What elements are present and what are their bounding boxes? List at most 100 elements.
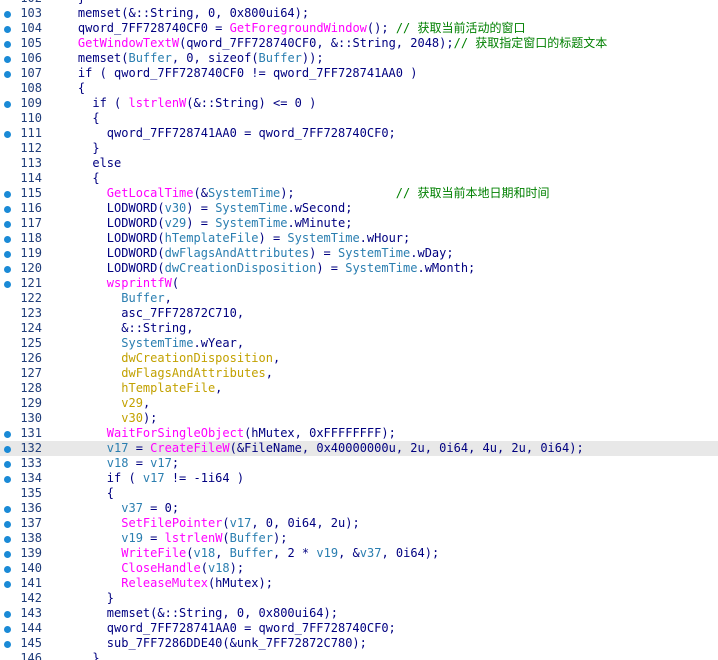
variable-name[interactable]: v17 xyxy=(107,441,129,455)
breakpoint-dot-icon[interactable] xyxy=(4,551,11,558)
code-line[interactable]: 127 dwFlagsAndAttributes, xyxy=(0,366,718,381)
argument-name[interactable]: v29 xyxy=(121,396,143,410)
code-line[interactable]: 143 memset(&::String, 0, 0x800ui64); xyxy=(0,606,718,621)
argument-name[interactable]: hTemplateFile xyxy=(121,381,215,395)
code-line[interactable]: 114 { xyxy=(0,171,718,186)
breakpoint-dot-icon[interactable] xyxy=(4,131,11,138)
code-line[interactable]: 104 qword_7FF728740CF0 = GetForegroundWi… xyxy=(0,21,718,36)
code-line[interactable]: 110 { xyxy=(0,111,718,126)
variable-name[interactable]: dwFlagsAndAttributes xyxy=(165,246,310,260)
variable-name[interactable]: Buffer xyxy=(259,51,302,65)
variable-name[interactable]: v19 xyxy=(316,546,338,560)
code-line[interactable]: 133 v18 = v17; xyxy=(0,456,718,471)
breakpoint-dot-icon[interactable] xyxy=(4,566,11,573)
code-line[interactable]: 131 WaitForSingleObject(hMutex, 0xFFFFFF… xyxy=(0,426,718,441)
breakpoint-dot-icon[interactable] xyxy=(4,236,11,243)
argument-name[interactable]: dwFlagsAndAttributes xyxy=(121,366,266,380)
variable-name[interactable]: Buffer xyxy=(128,51,171,65)
function-name[interactable]: GetWindowTextW xyxy=(78,36,179,50)
breakpoint-dot-icon[interactable] xyxy=(4,521,11,528)
breakpoint-dot-icon[interactable] xyxy=(4,461,11,468)
breakpoint-dot-icon[interactable] xyxy=(4,431,11,438)
code-line[interactable]: 111 qword_7FF728741AA0 = qword_7FF728740… xyxy=(0,126,718,141)
function-name[interactable]: CloseHandle xyxy=(121,561,200,575)
code-line[interactable]: 128 hTemplateFile, xyxy=(0,381,718,396)
code-line[interactable]: 126 dwCreationDisposition, xyxy=(0,351,718,366)
variable-name[interactable]: v17 xyxy=(230,516,252,530)
breakpoint-dot-icon[interactable] xyxy=(4,641,11,648)
variable-name[interactable]: Buffer xyxy=(230,546,273,560)
code-line[interactable]: 105 GetWindowTextW(qword_7FF728740CF0, &… xyxy=(0,36,718,51)
function-name[interactable]: lstrlenW xyxy=(128,96,186,110)
breakpoint-dot-icon[interactable] xyxy=(4,41,11,48)
code-line[interactable]: 140 CloseHandle(v18); xyxy=(0,561,718,576)
variable-name[interactable]: v37 xyxy=(360,546,382,560)
breakpoint-dot-icon[interactable] xyxy=(4,71,11,78)
code-line[interactable]: 119 LODWORD(dwFlagsAndAttributes) = Syst… xyxy=(0,246,718,261)
code-line[interactable]: 103 memset(&::String, 0, 0x800ui64); xyxy=(0,6,718,21)
variable-name[interactable]: SystemTime xyxy=(345,261,417,275)
variable-name[interactable]: v17 xyxy=(150,456,172,470)
code-line[interactable]: 129 v29, xyxy=(0,396,718,411)
argument-name[interactable]: v30 xyxy=(121,411,143,425)
variable-name[interactable]: v17 xyxy=(143,471,165,485)
variable-name[interactable]: SystemTime xyxy=(121,336,193,350)
pseudocode-view[interactable]: 102 }103 memset(&::String, 0, 0x800ui64)… xyxy=(0,0,718,660)
function-name[interactable]: GetForegroundWindow xyxy=(230,21,367,35)
code-line[interactable]: 109 if ( lstrlenW(&::String) <= 0 ) xyxy=(0,96,718,111)
breakpoint-dot-icon[interactable] xyxy=(4,191,11,198)
code-line[interactable]: 125 SystemTime.wYear, xyxy=(0,336,718,351)
function-name[interactable]: WriteFile xyxy=(121,546,186,560)
code-line[interactable]: 117 LODWORD(v29) = SystemTime.wMinute; xyxy=(0,216,718,231)
variable-name[interactable]: v18 xyxy=(194,546,216,560)
code-line[interactable]: 124 &::String, xyxy=(0,321,718,336)
breakpoint-dot-icon[interactable] xyxy=(4,221,11,228)
code-line[interactable]: 138 v19 = lstrlenW(Buffer); xyxy=(0,531,718,546)
variable-name[interactable]: Buffer xyxy=(121,291,164,305)
breakpoint-dot-icon[interactable] xyxy=(4,11,11,18)
variable-name[interactable]: SystemTime xyxy=(215,216,287,230)
variable-name[interactable]: dwCreationDisposition xyxy=(165,261,317,275)
code-line[interactable]: 137 SetFilePointer(v17, 0, 0i64, 2u); xyxy=(0,516,718,531)
function-name[interactable]: wsprintfW xyxy=(107,276,172,290)
code-line-highlighted[interactable]: 132 v17 = CreateFileW(&FileName, 0x40000… xyxy=(0,441,718,456)
code-line[interactable]: 136 v37 = 0; xyxy=(0,501,718,516)
argument-name[interactable]: dwCreationDisposition xyxy=(121,351,273,365)
breakpoint-dot-icon[interactable] xyxy=(4,56,11,63)
code-line[interactable]: 144 qword_7FF728741AA0 = qword_7FF728740… xyxy=(0,621,718,636)
function-name[interactable]: ReleaseMutex xyxy=(121,576,208,590)
code-line[interactable]: 107 if ( qword_7FF728740CF0 != qword_7FF… xyxy=(0,66,718,81)
code-line[interactable]: 130 v30); xyxy=(0,411,718,426)
breakpoint-dot-icon[interactable] xyxy=(4,251,11,258)
breakpoint-dot-icon[interactable] xyxy=(4,536,11,543)
variable-name[interactable]: Buffer xyxy=(230,531,273,545)
variable-name[interactable]: v37 xyxy=(121,501,143,515)
code-line[interactable]: 141 ReleaseMutex(hMutex); xyxy=(0,576,718,591)
function-name[interactable]: WaitForSingleObject xyxy=(107,426,244,440)
breakpoint-dot-icon[interactable] xyxy=(4,26,11,33)
function-name[interactable]: lstrlenW xyxy=(165,531,223,545)
breakpoint-dot-icon[interactable] xyxy=(4,626,11,633)
code-line[interactable]: 134 if ( v17 != -1i64 ) xyxy=(0,471,718,486)
variable-name[interactable]: v18 xyxy=(208,561,230,575)
breakpoint-dot-icon[interactable] xyxy=(4,266,11,273)
code-line[interactable]: 120 LODWORD(dwCreationDisposition) = Sys… xyxy=(0,261,718,276)
code-line[interactable]: 115 GetLocalTime(&SystemTime); // 获取当前本地… xyxy=(0,186,718,201)
variable-name[interactable]: v29 xyxy=(165,216,187,230)
breakpoint-dot-icon[interactable] xyxy=(4,446,11,453)
code-line[interactable]: 121 wsprintfW( xyxy=(0,276,718,291)
code-line[interactable]: 118 LODWORD(hTemplateFile) = SystemTime.… xyxy=(0,231,718,246)
code-line[interactable]: 123 asc_7FF72872C710, xyxy=(0,306,718,321)
code-line[interactable]: 112 } xyxy=(0,141,718,156)
code-line[interactable]: 135 { xyxy=(0,486,718,501)
breakpoint-dot-icon[interactable] xyxy=(4,101,11,108)
function-name[interactable]: SetFilePointer xyxy=(121,516,222,530)
code-line[interactable]: 116 LODWORD(v30) = SystemTime.wSecond; xyxy=(0,201,718,216)
breakpoint-dot-icon[interactable] xyxy=(4,206,11,213)
variable-name[interactable]: hTemplateFile xyxy=(165,231,259,245)
variable-name[interactable]: v30 xyxy=(165,201,187,215)
code-line[interactable]: 146 } xyxy=(0,651,718,660)
variable-name[interactable]: v18 xyxy=(107,456,129,470)
variable-name[interactable]: SystemTime xyxy=(208,186,280,200)
code-line[interactable]: 145 sub_7FF7286DDE40(&unk_7FF72872C780); xyxy=(0,636,718,651)
